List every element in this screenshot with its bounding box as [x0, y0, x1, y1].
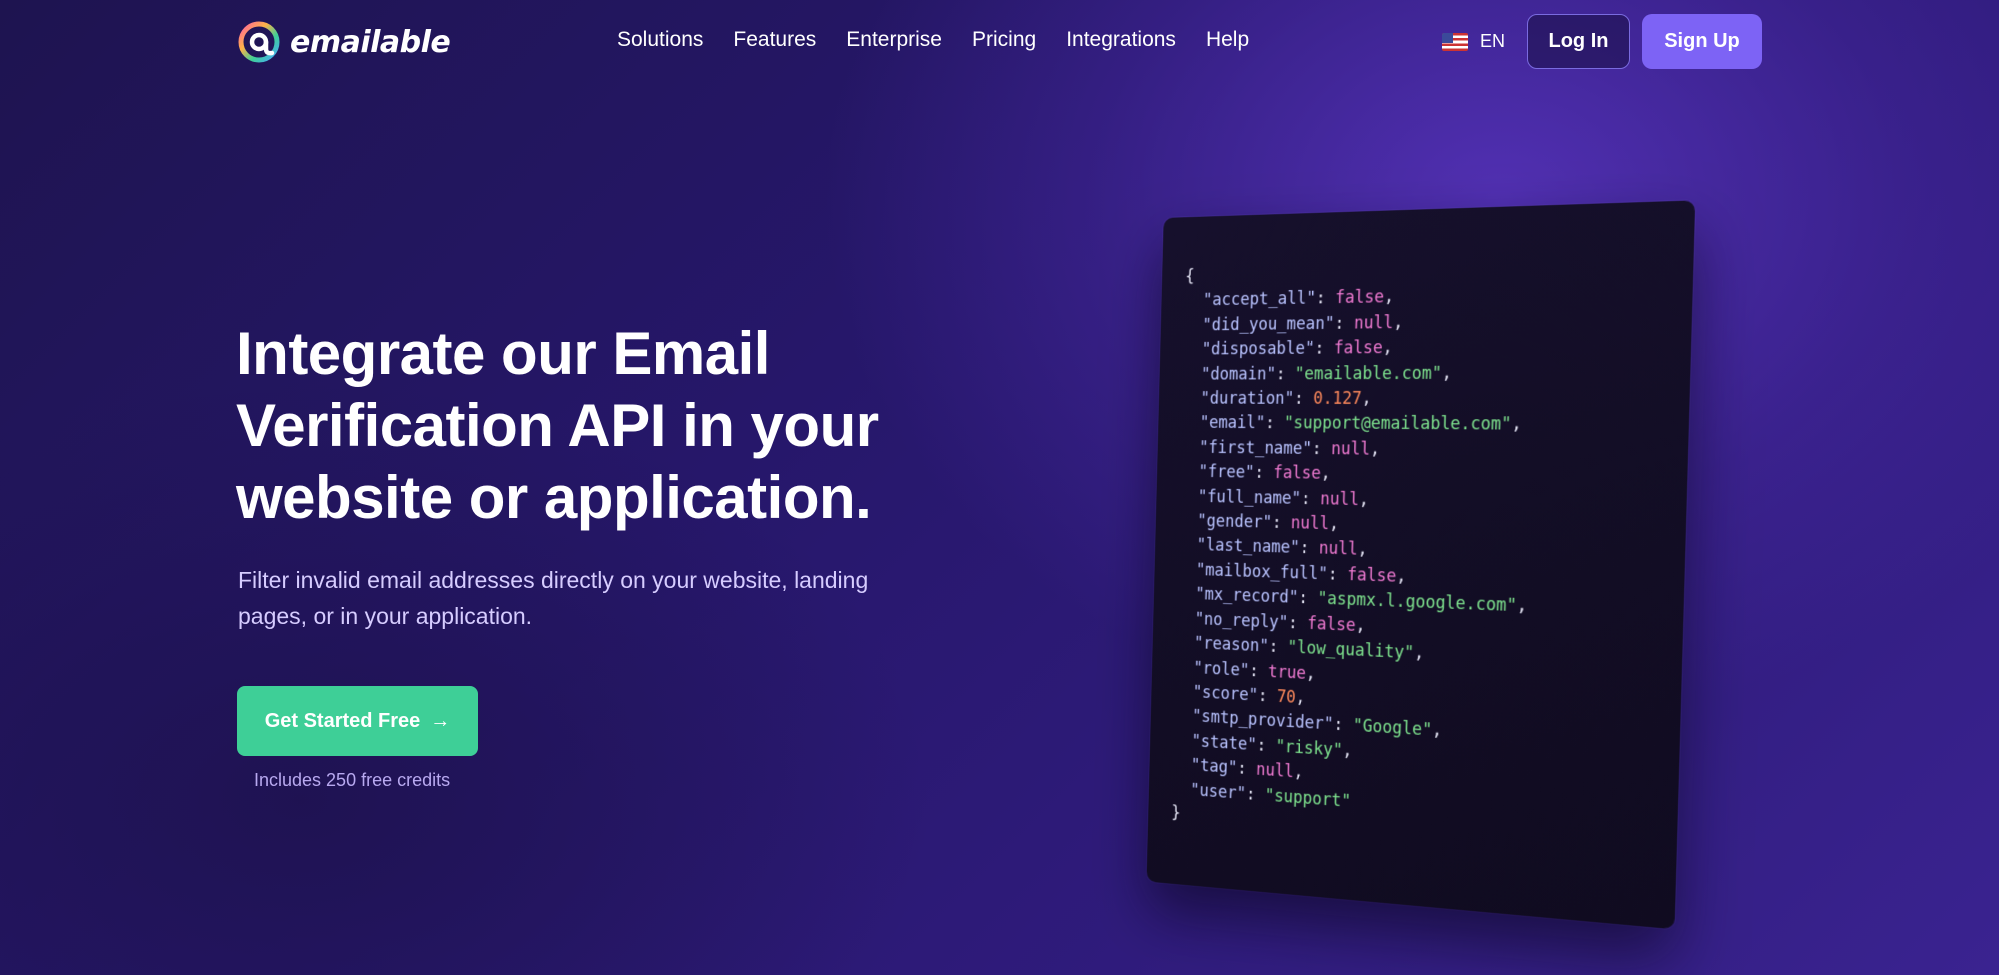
nav-enterprise[interactable]: Enterprise	[846, 28, 942, 52]
nav-features[interactable]: Features	[733, 28, 816, 52]
code-value: null	[1318, 539, 1358, 560]
language-selector[interactable]: EN	[1442, 31, 1505, 52]
code-value: false	[1347, 565, 1397, 587]
brand-name: emailable	[290, 24, 451, 60]
code-value: null	[1320, 489, 1360, 510]
nav-help[interactable]: Help	[1206, 28, 1249, 52]
code-line: "domain": "emailable.com",	[1200, 363, 1453, 385]
code-value: null	[1255, 760, 1295, 783]
code-key: "role"	[1193, 658, 1250, 681]
code-line: "email": "support@emailable.com",	[1199, 413, 1523, 436]
top-navigation: emailable Solutions Features Enterprise …	[0, 0, 1999, 84]
code-key: "full_name"	[1197, 487, 1302, 509]
code-value: false	[1333, 338, 1383, 359]
nav-solutions[interactable]: Solutions	[617, 28, 703, 52]
code-key: "duration"	[1200, 389, 1295, 409]
code-value: "Google"	[1352, 716, 1433, 741]
signup-button[interactable]: Sign Up	[1642, 14, 1762, 69]
main-menu: Solutions Features Enterprise Pricing In…	[617, 28, 1279, 52]
code-key: "first_name"	[1198, 438, 1313, 459]
code-value: 70	[1276, 687, 1297, 708]
code-key: "last_name"	[1196, 536, 1301, 559]
code-key: "mailbox_full"	[1195, 560, 1329, 585]
api-response-code-panel: { "accept_all": false, "did_you_mean": n…	[1146, 200, 1696, 930]
code-value: "risky"	[1275, 736, 1343, 761]
code-key: "no_reply"	[1194, 609, 1289, 633]
code-value: false	[1335, 287, 1385, 309]
arrow-right-icon: →	[430, 709, 451, 732]
hero-title: Integrate our Email Verification API in …	[236, 320, 879, 531]
code-value: false	[1307, 613, 1356, 636]
code-value: true	[1267, 661, 1307, 684]
brand-logo[interactable]: emailable	[236, 19, 451, 65]
nav-pricing[interactable]: Pricing	[972, 28, 1036, 52]
code-key: "disposable"	[1201, 339, 1315, 360]
code-key: "state"	[1191, 731, 1257, 755]
code-key: "did_you_mean"	[1202, 313, 1335, 336]
nav-integrations[interactable]: Integrations	[1066, 28, 1176, 52]
code-value: "low_quality"	[1287, 637, 1415, 664]
code-value: null	[1353, 312, 1394, 334]
free-credits-note: Includes 250 free credits	[254, 770, 451, 790]
json-code-block: { "accept_all": false, "did_you_mean": n…	[1171, 254, 1666, 864]
code-key: "domain"	[1200, 364, 1277, 385]
code-key: "mx_record"	[1195, 584, 1299, 609]
code-value: "support@emailable.com"	[1283, 413, 1512, 436]
code-key: "score"	[1192, 682, 1259, 706]
language-code: EN	[1480, 31, 1506, 51]
hero-subtitle: Filter invalid email addresses directly …	[238, 567, 869, 629]
code-key: "user"	[1190, 780, 1247, 804]
code-value: "aspmx.l.google.com"	[1317, 589, 1518, 617]
code-value: "emailable.com"	[1294, 363, 1442, 384]
get-started-button[interactable]: Get Started Free →	[237, 686, 478, 756]
code-value: "support"	[1264, 785, 1352, 812]
emailable-logo-icon	[238, 21, 280, 63]
code-value: false	[1272, 463, 1322, 484]
code-line: "duration": 0.127,	[1200, 389, 1372, 409]
code-line: "disposable": false,	[1201, 338, 1393, 360]
code-key: "accept_all"	[1202, 289, 1317, 311]
us-flag-icon	[1442, 32, 1468, 51]
code-value: null	[1330, 439, 1371, 460]
code-key: "reason"	[1193, 633, 1269, 657]
code-value: 0.127	[1313, 389, 1363, 409]
code-key: "gender"	[1197, 511, 1273, 533]
code-key: "free"	[1198, 462, 1255, 483]
login-button[interactable]: Log In	[1527, 14, 1630, 69]
get-started-label: Get Started Free	[264, 709, 421, 732]
code-key: "email"	[1199, 413, 1266, 434]
code-value: null	[1290, 513, 1330, 535]
code-key: "tag"	[1190, 755, 1238, 779]
